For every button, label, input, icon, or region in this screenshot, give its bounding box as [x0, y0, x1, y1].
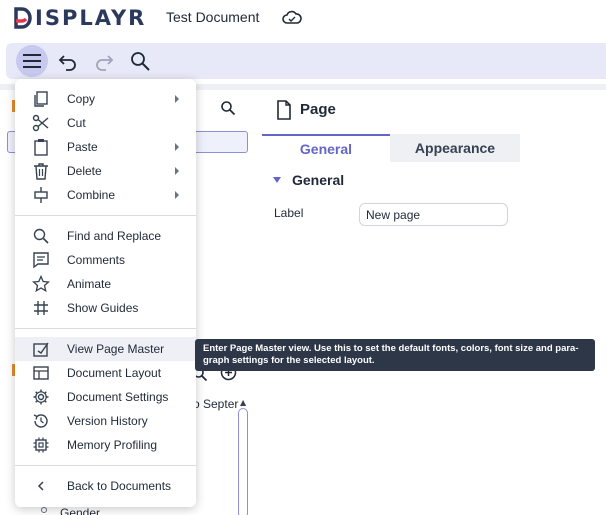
submenu-arrow-icon [175, 143, 179, 151]
menu-item-back-to-documents[interactable]: Back to Documents [15, 474, 196, 498]
menu-item-label: Document Settings [67, 390, 169, 404]
logo-text: ISPLAYR [35, 6, 147, 30]
tooltip-line-2: graph settings for the selected layout. [203, 355, 375, 366]
hamburger-menu-icon [23, 54, 41, 68]
clipboard-icon [34, 139, 48, 156]
main-toolbar [6, 43, 606, 79]
menu-item-document-settings[interactable]: Document Settings [15, 385, 196, 409]
trash-icon [34, 163, 48, 180]
menu-item-paste[interactable]: Paste [15, 135, 196, 159]
menu-item-delete[interactable]: Delete [15, 159, 196, 183]
menu-item-copy[interactable]: Copy [15, 87, 196, 111]
history-icon [33, 414, 48, 428]
menu-item-version-history[interactable]: Version History [15, 409, 196, 433]
collapse-caret-icon[interactable] [273, 177, 281, 183]
menu-item-comments[interactable]: Comments [15, 248, 196, 272]
label-field-label: Label [274, 206, 304, 220]
menu-item-label: Version History [67, 414, 148, 428]
search-icon [33, 228, 49, 244]
gear-icon [33, 389, 49, 405]
menu-item-label: Comments [67, 253, 126, 267]
search-icon [131, 52, 150, 71]
logo-d-mark [14, 7, 32, 29]
section-title-general[interactable]: General [292, 172, 344, 188]
copy-icon [34, 91, 48, 107]
menu-divider [15, 215, 196, 216]
tab-appearance[interactable]: Appearance [390, 134, 520, 162]
scroll-up-icon[interactable]: ▲ [240, 398, 246, 407]
menu-item-label: Animate [67, 277, 112, 291]
variable-bullet-icon [41, 507, 47, 513]
page-master-tooltip: Enter Page Master view. Use this to set … [195, 339, 595, 371]
menu-item-animate[interactable]: Animate [15, 272, 196, 296]
menu-item-label: Back to Documents [67, 479, 172, 493]
grid-hash-icon [34, 301, 48, 315]
displayr-logo[interactable]: ISPLAYR [14, 6, 146, 30]
combine-icon [34, 187, 48, 203]
menu-item-label: Memory Profiling [67, 438, 158, 452]
page-icon [277, 100, 291, 120]
menu-item-label: Combine [67, 188, 116, 202]
menu-item-label: Show Guides [67, 301, 139, 315]
menu-item-label: View Page Master [67, 342, 165, 356]
top-bar: ISPLAYR Test Document [0, 0, 606, 40]
menu-item-cut[interactable]: Cut [15, 111, 196, 135]
main-menu-button[interactable] [16, 45, 48, 77]
menu-item-label: Document Layout [67, 366, 162, 380]
menu-divider [15, 465, 196, 466]
menu-divider [15, 328, 196, 329]
label-input[interactable] [359, 203, 508, 226]
menu-item-label: Find and Replace [67, 229, 162, 243]
menu-item-find-and-replace[interactable]: Find and Replace [15, 224, 196, 248]
submenu-arrow-icon [175, 95, 179, 103]
menu-item-document-layout[interactable]: Document Layout [15, 361, 196, 385]
redo-button[interactable] [88, 45, 120, 77]
undo-button[interactable] [52, 45, 84, 77]
menu-item-view-page-master[interactable]: View Page Master [15, 337, 196, 361]
menu-item-show-guides[interactable]: Show Guides [15, 296, 196, 320]
page-master-icon [33, 342, 49, 357]
redo-icon [96, 55, 114, 71]
submenu-arrow-icon [175, 167, 179, 175]
tab-general[interactable]: General [262, 134, 390, 162]
tooltip-line-1: Enter Page Master view. Use this to set … [203, 343, 579, 354]
chevron-left-icon [37, 481, 44, 491]
scrollbar-thumb[interactable] [238, 408, 248, 515]
search-button[interactable] [124, 45, 156, 77]
submenu-arrow-icon [175, 191, 179, 199]
menu-item-label: Copy [67, 92, 96, 106]
main-menu-dropdown: Copy Cut Paste Delete Combine Find and R… [15, 79, 196, 507]
search-icon[interactable] [220, 100, 236, 116]
menu-item-label: Cut [67, 116, 86, 130]
layout-icon [33, 366, 49, 380]
menu-item-memory-profiling[interactable]: Memory Profiling [15, 433, 196, 457]
scissors-icon [32, 114, 49, 132]
menu-item-label: Paste [67, 140, 98, 154]
data-set-item[interactable]: o Septer [193, 397, 238, 411]
menu-item-combine[interactable]: Combine [15, 183, 196, 207]
undo-icon [58, 55, 76, 71]
menu-item-label: Delete [67, 164, 102, 178]
document-title[interactable]: Test Document [166, 9, 259, 25]
comment-icon [33, 252, 49, 269]
star-icon [32, 275, 50, 293]
properties-title: Page [300, 101, 336, 118]
variable-item[interactable]: Gender [60, 506, 100, 515]
cloud-saved-icon[interactable] [282, 10, 302, 26]
chip-icon [33, 437, 49, 453]
